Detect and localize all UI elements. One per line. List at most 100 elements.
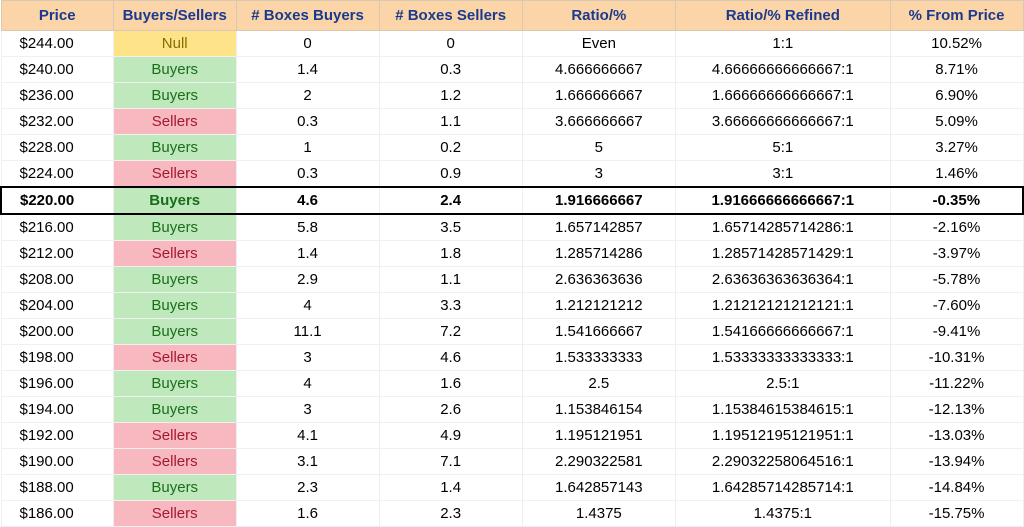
cell-boxes-sellers: 4.9 bbox=[379, 423, 522, 449]
cell-boxes-sellers: 0.3 bbox=[379, 57, 522, 83]
cell-pct-from-price: -7.60% bbox=[890, 293, 1023, 319]
cell-ratio: 1.153846154 bbox=[522, 397, 675, 423]
cell-boxes-sellers: 2.4 bbox=[379, 187, 522, 214]
cell-price: $208.00 bbox=[1, 267, 113, 293]
table-row: $190.00Sellers3.17.12.2903225812.2903225… bbox=[1, 449, 1023, 475]
cell-buyers-sellers: Buyers bbox=[113, 475, 236, 501]
cell-ratio-refined: 4.66666666666667:1 bbox=[675, 57, 890, 83]
cell-pct-from-price: 10.52% bbox=[890, 31, 1023, 57]
header-boxes-sellers: # Boxes Sellers bbox=[379, 1, 522, 31]
cell-boxes-sellers: 0.2 bbox=[379, 135, 522, 161]
table-row: $212.00Sellers1.41.81.2857142861.2857142… bbox=[1, 241, 1023, 267]
cell-ratio-refined: 2.63636363636364:1 bbox=[675, 267, 890, 293]
cell-price: $204.00 bbox=[1, 293, 113, 319]
cell-ratio-refined: 1.19512195121951:1 bbox=[675, 423, 890, 449]
cell-pct-from-price: 8.71% bbox=[890, 57, 1023, 83]
cell-pct-from-price: -3.97% bbox=[890, 241, 1023, 267]
cell-ratio: 3 bbox=[522, 161, 675, 188]
table-row: $240.00Buyers1.40.34.6666666674.66666666… bbox=[1, 57, 1023, 83]
cell-ratio: 2.636363636 bbox=[522, 267, 675, 293]
cell-ratio: 1.657142857 bbox=[522, 214, 675, 241]
header-pct-from-price: % From Price bbox=[890, 1, 1023, 31]
cell-boxes-sellers: 3.3 bbox=[379, 293, 522, 319]
cell-buyers-sellers: Sellers bbox=[113, 449, 236, 475]
cell-boxes-buyers: 1.4 bbox=[236, 241, 379, 267]
header-ratio: Ratio/% bbox=[522, 1, 675, 31]
cell-ratio-refined: 1.66666666666667:1 bbox=[675, 83, 890, 109]
cell-buyers-sellers: Buyers bbox=[113, 267, 236, 293]
cell-ratio: Even bbox=[522, 31, 675, 57]
cell-pct-from-price: -14.84% bbox=[890, 475, 1023, 501]
cell-boxes-sellers: 7.1 bbox=[379, 449, 522, 475]
cell-price: $200.00 bbox=[1, 319, 113, 345]
cell-boxes-sellers: 7.2 bbox=[379, 319, 522, 345]
cell-boxes-sellers: 1.1 bbox=[379, 267, 522, 293]
cell-boxes-buyers: 2.9 bbox=[236, 267, 379, 293]
cell-buyers-sellers: Buyers bbox=[113, 57, 236, 83]
cell-ratio: 1.212121212 bbox=[522, 293, 675, 319]
table-row: $192.00Sellers4.14.91.1951219511.1951219… bbox=[1, 423, 1023, 449]
cell-boxes-buyers: 11.1 bbox=[236, 319, 379, 345]
cell-pct-from-price: -13.03% bbox=[890, 423, 1023, 449]
header-row: Price Buyers/Sellers # Boxes Buyers # Bo… bbox=[1, 1, 1023, 31]
cell-price: $196.00 bbox=[1, 371, 113, 397]
cell-boxes-sellers: 2.6 bbox=[379, 397, 522, 423]
cell-price: $194.00 bbox=[1, 397, 113, 423]
cell-price: $224.00 bbox=[1, 161, 113, 188]
cell-pct-from-price: -11.22% bbox=[890, 371, 1023, 397]
cell-boxes-sellers: 1.8 bbox=[379, 241, 522, 267]
cell-pct-from-price: 5.09% bbox=[890, 109, 1023, 135]
cell-ratio: 1.541666667 bbox=[522, 319, 675, 345]
cell-ratio: 5 bbox=[522, 135, 675, 161]
cell-ratio-refined: 3:1 bbox=[675, 161, 890, 188]
cell-boxes-buyers: 0.3 bbox=[236, 161, 379, 188]
cell-price: $240.00 bbox=[1, 57, 113, 83]
cell-boxes-buyers: 5.8 bbox=[236, 214, 379, 241]
cell-ratio-refined: 1.28571428571429:1 bbox=[675, 241, 890, 267]
cell-ratio: 2.5 bbox=[522, 371, 675, 397]
table-row: $216.00Buyers5.83.51.6571428571.65714285… bbox=[1, 214, 1023, 241]
cell-buyers-sellers: Sellers bbox=[113, 109, 236, 135]
cell-boxes-sellers: 1.4 bbox=[379, 475, 522, 501]
cell-ratio-refined: 1.91666666666667:1 bbox=[675, 187, 890, 214]
cell-ratio-refined: 1:1 bbox=[675, 31, 890, 57]
table-row: $220.00Buyers4.62.41.9166666671.91666666… bbox=[1, 187, 1023, 214]
cell-pct-from-price: -9.41% bbox=[890, 319, 1023, 345]
cell-buyers-sellers: Buyers bbox=[113, 319, 236, 345]
cell-price: $236.00 bbox=[1, 83, 113, 109]
cell-pct-from-price: 3.27% bbox=[890, 135, 1023, 161]
table-row: $196.00Buyers41.62.52.5:1-11.22% bbox=[1, 371, 1023, 397]
header-boxes-buyers: # Boxes Buyers bbox=[236, 1, 379, 31]
cell-boxes-buyers: 2.3 bbox=[236, 475, 379, 501]
cell-buyers-sellers: Sellers bbox=[113, 161, 236, 188]
cell-pct-from-price: 1.46% bbox=[890, 161, 1023, 188]
cell-pct-from-price: -10.31% bbox=[890, 345, 1023, 371]
table-row: $200.00Buyers11.17.21.5416666671.5416666… bbox=[1, 319, 1023, 345]
cell-boxes-sellers: 3.5 bbox=[379, 214, 522, 241]
cell-ratio: 1.285714286 bbox=[522, 241, 675, 267]
price-ratio-table: Price Buyers/Sellers # Boxes Buyers # Bo… bbox=[0, 0, 1024, 527]
table-row: $236.00Buyers21.21.6666666671.6666666666… bbox=[1, 83, 1023, 109]
cell-boxes-buyers: 0 bbox=[236, 31, 379, 57]
cell-ratio-refined: 2.5:1 bbox=[675, 371, 890, 397]
table-row: $194.00Buyers32.61.1538461541.1538461538… bbox=[1, 397, 1023, 423]
cell-pct-from-price: -12.13% bbox=[890, 397, 1023, 423]
cell-boxes-buyers: 4 bbox=[236, 371, 379, 397]
cell-buyers-sellers: Buyers bbox=[113, 187, 236, 214]
cell-boxes-buyers: 1.4 bbox=[236, 57, 379, 83]
cell-ratio-refined: 1.65714285714286:1 bbox=[675, 214, 890, 241]
cell-buyers-sellers: Sellers bbox=[113, 423, 236, 449]
cell-ratio-refined: 2.29032258064516:1 bbox=[675, 449, 890, 475]
cell-pct-from-price: -5.78% bbox=[890, 267, 1023, 293]
cell-ratio: 1.195121951 bbox=[522, 423, 675, 449]
header-ratio-refined: Ratio/% Refined bbox=[675, 1, 890, 31]
cell-boxes-sellers: 0 bbox=[379, 31, 522, 57]
cell-ratio: 1.916666667 bbox=[522, 187, 675, 214]
cell-boxes-buyers: 4 bbox=[236, 293, 379, 319]
cell-price: $232.00 bbox=[1, 109, 113, 135]
cell-ratio-refined: 3.66666666666667:1 bbox=[675, 109, 890, 135]
cell-buyers-sellers: Buyers bbox=[113, 135, 236, 161]
table-row: $198.00Sellers34.61.5333333331.533333333… bbox=[1, 345, 1023, 371]
table-row: $228.00Buyers10.255:13.27% bbox=[1, 135, 1023, 161]
cell-price: $244.00 bbox=[1, 31, 113, 57]
